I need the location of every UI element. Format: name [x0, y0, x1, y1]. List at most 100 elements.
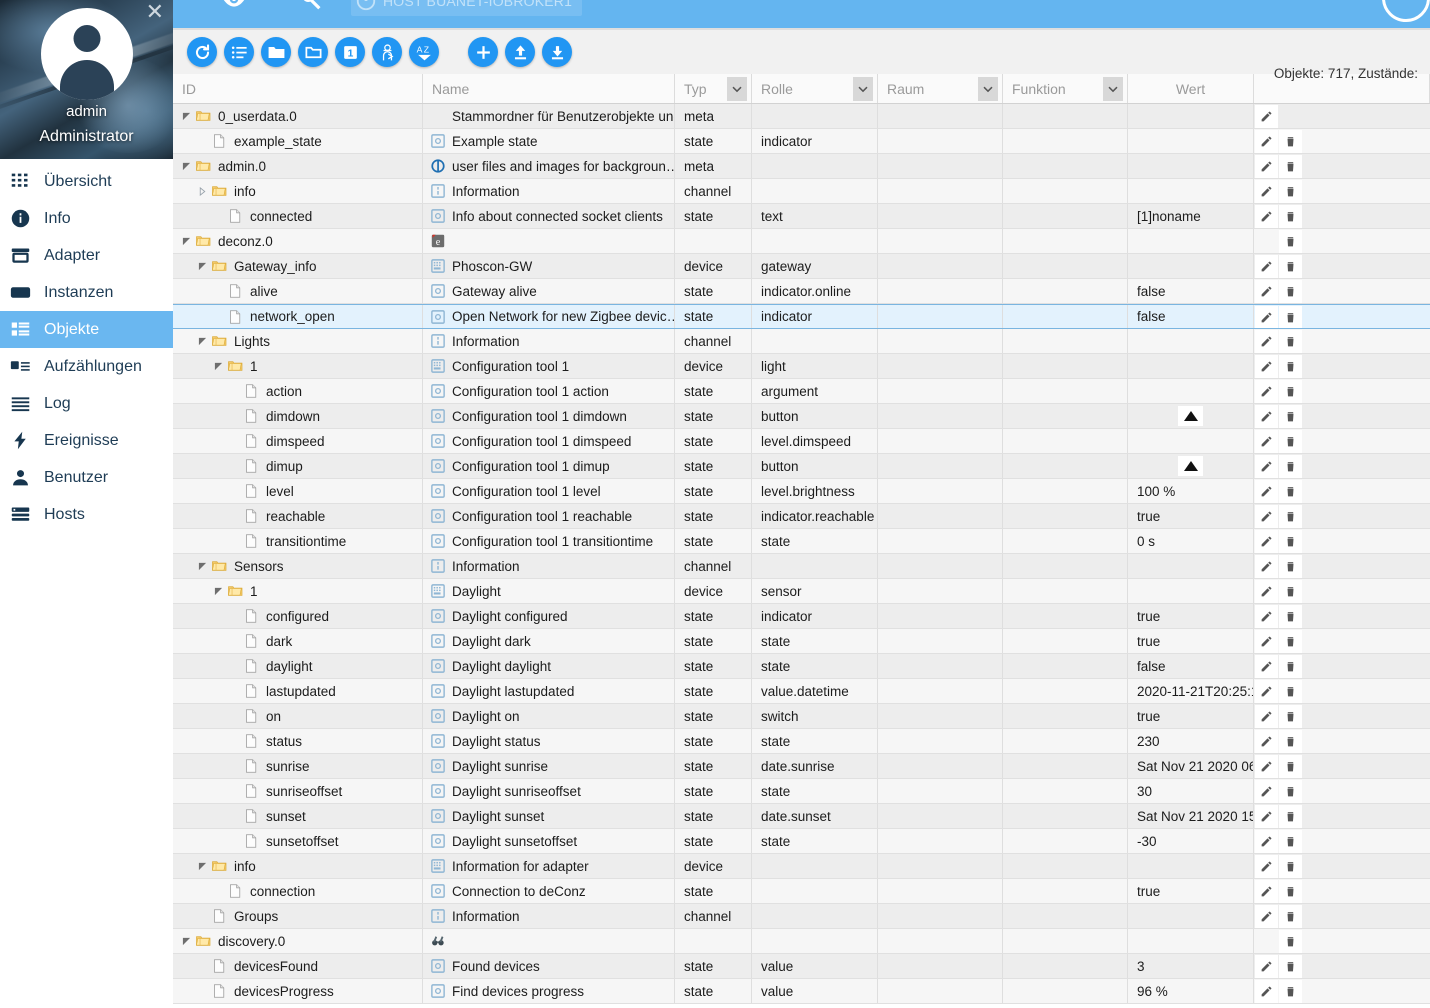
- delete-object-button[interactable]: [1279, 980, 1302, 1003]
- delete-object-button[interactable]: [1279, 955, 1302, 978]
- edit-object-button[interactable]: [1255, 105, 1278, 128]
- delete-object-button[interactable]: [1279, 905, 1302, 928]
- edit-object-button[interactable]: [1255, 630, 1278, 653]
- column-header-wert[interactable]: Wert: [1128, 74, 1254, 103]
- edit-object-button[interactable]: [1255, 505, 1278, 528]
- expander-open-icon[interactable]: [179, 237, 194, 246]
- edit-object-button[interactable]: [1255, 805, 1278, 828]
- edit-object-button[interactable]: [1255, 255, 1278, 278]
- table-row[interactable]: status Daylight status state state 230: [173, 729, 1430, 754]
- table-row[interactable]: Sensors Information channel: [173, 554, 1430, 579]
- expander-open-icon[interactable]: [195, 262, 210, 271]
- edit-object-button[interactable]: [1255, 780, 1278, 803]
- expander-open-icon[interactable]: [179, 112, 194, 121]
- edit-object-button[interactable]: [1255, 355, 1278, 378]
- chevron-down-icon[interactable]: [978, 77, 998, 101]
- table-row[interactable]: connected Info about connected socket cli…: [173, 204, 1430, 229]
- table-row[interactable]: example_state Example state state indicator: [173, 129, 1430, 154]
- delete-object-button[interactable]: [1279, 605, 1302, 628]
- sidebar-item-adapter[interactable]: Adapter: [0, 237, 173, 274]
- close-icon[interactable]: ✕: [146, 2, 164, 24]
- column-header-typ[interactable]: Typ: [675, 74, 752, 103]
- table-row[interactable]: configured Daylight configured state indica…: [173, 604, 1430, 629]
- delete-object-button[interactable]: [1279, 830, 1302, 853]
- trigger-button[interactable]: [1178, 406, 1203, 426]
- edit-object-button[interactable]: [1255, 305, 1278, 328]
- edit-object-button[interactable]: [1255, 155, 1278, 178]
- delete-object-button[interactable]: [1279, 455, 1302, 478]
- edit-object-button[interactable]: [1255, 680, 1278, 703]
- expander-closed-icon[interactable]: [195, 186, 210, 196]
- delete-object-button[interactable]: [1279, 430, 1302, 453]
- table-row[interactable]: Lights Information channel: [173, 329, 1430, 354]
- eye-icon[interactable]: [221, 0, 247, 12]
- table-row[interactable]: on Daylight on state switch true: [173, 704, 1430, 729]
- table-row[interactable]: deconz.0 e: [173, 229, 1430, 254]
- edit-object-button[interactable]: [1255, 330, 1278, 353]
- delete-object-button[interactable]: [1279, 230, 1302, 253]
- chevron-down-icon[interactable]: [853, 77, 873, 101]
- delete-object-button[interactable]: [1279, 780, 1302, 803]
- table-row[interactable]: info Information for adapter device: [173, 854, 1430, 879]
- edit-object-button[interactable]: [1255, 555, 1278, 578]
- delete-object-button[interactable]: [1279, 280, 1302, 303]
- sidebar-item-instanzen[interactable]: Instanzen: [0, 274, 173, 311]
- column-header-name[interactable]: Name: [423, 74, 675, 103]
- table-row[interactable]: connection Connection to deConz state true: [173, 879, 1430, 904]
- sort-button[interactable]: AZ: [409, 37, 439, 67]
- delete-object-button[interactable]: [1279, 730, 1302, 753]
- sidebar-item-info[interactable]: Info: [0, 200, 173, 237]
- delete-object-button[interactable]: [1279, 630, 1302, 653]
- delete-object-button[interactable]: [1279, 580, 1302, 603]
- sidebar-item-log[interactable]: Log: [0, 385, 173, 422]
- delete-object-button[interactable]: [1279, 330, 1302, 353]
- table-row[interactable]: Groups Information channel: [173, 904, 1430, 929]
- edit-object-button[interactable]: [1255, 130, 1278, 153]
- expand-all-button[interactable]: [261, 37, 291, 67]
- expander-open-icon[interactable]: [179, 937, 194, 946]
- table-row[interactable]: info Information channel: [173, 179, 1430, 204]
- host-chip[interactable]: HOST BUANET-IOBROKER1: [351, 0, 583, 16]
- table-row[interactable]: 1 Configuration tool 1 device light: [173, 354, 1430, 379]
- table-row[interactable]: daylight Daylight daylight state state false: [173, 654, 1430, 679]
- delete-object-button[interactable]: [1279, 480, 1302, 503]
- table-row[interactable]: admin.0 user files and images for backgro…: [173, 154, 1430, 179]
- edit-object-button[interactable]: [1255, 480, 1278, 503]
- refresh-button[interactable]: [187, 37, 217, 67]
- table-row[interactable]: sunset Daylight sunset state date.sunset Sat…: [173, 804, 1430, 829]
- table-row[interactable]: alive Gateway alive state indicator.online f…: [173, 279, 1430, 304]
- sidebar-item-benutzer[interactable]: Benutzer: [0, 459, 173, 496]
- delete-object-button[interactable]: [1279, 655, 1302, 678]
- table-row[interactable]: dark Daylight dark state state true: [173, 629, 1430, 654]
- edit-object-button[interactable]: [1255, 380, 1278, 403]
- edit-object-button[interactable]: [1255, 955, 1278, 978]
- chevron-down-icon[interactable]: [727, 77, 747, 101]
- table-row[interactable]: sunrise Daylight sunrise state date.sunrise…: [173, 754, 1430, 779]
- column-header-rolle[interactable]: Rolle: [752, 74, 878, 103]
- expander-open-icon[interactable]: [195, 562, 210, 571]
- edit-object-button[interactable]: [1255, 830, 1278, 853]
- edit-object-button[interactable]: [1255, 980, 1278, 1003]
- edit-object-button[interactable]: [1255, 455, 1278, 478]
- table-row[interactable]: 0_userdata.0 Stammordner für Benutzerobje…: [173, 104, 1430, 129]
- expander-open-icon[interactable]: [179, 162, 194, 171]
- edit-object-button[interactable]: [1255, 405, 1278, 428]
- delete-object-button[interactable]: [1279, 180, 1302, 203]
- delete-object-button[interactable]: [1279, 205, 1302, 228]
- export-button[interactable]: [542, 37, 572, 67]
- table-row[interactable]: network_open Open Network for new Zigbee …: [173, 304, 1430, 329]
- table-row[interactable]: Gateway_info Phoscon-GW device gateway: [173, 254, 1430, 279]
- delete-object-button[interactable]: [1279, 305, 1302, 328]
- sidebar-item-ereignisse[interactable]: Ereignisse: [0, 422, 173, 459]
- table-row[interactable]: action Configuration tool 1 action state ar…: [173, 379, 1430, 404]
- expander-open-icon[interactable]: [195, 862, 210, 871]
- table-row[interactable]: lastupdated Daylight lastupdated state valu…: [173, 679, 1430, 704]
- edit-object-button[interactable]: [1255, 730, 1278, 753]
- delete-object-button[interactable]: [1279, 680, 1302, 703]
- edit-object-button[interactable]: [1255, 855, 1278, 878]
- table-row[interactable]: dimdown Configuration tool 1 dimdown state…: [173, 404, 1430, 429]
- sidebar-item--bersicht[interactable]: Übersicht: [0, 163, 173, 200]
- delete-object-button[interactable]: [1279, 130, 1302, 153]
- column-header-funktion[interactable]: Funktion: [1003, 74, 1128, 103]
- table-row[interactable]: devicesProgress Find devices progress stat…: [173, 979, 1430, 1004]
